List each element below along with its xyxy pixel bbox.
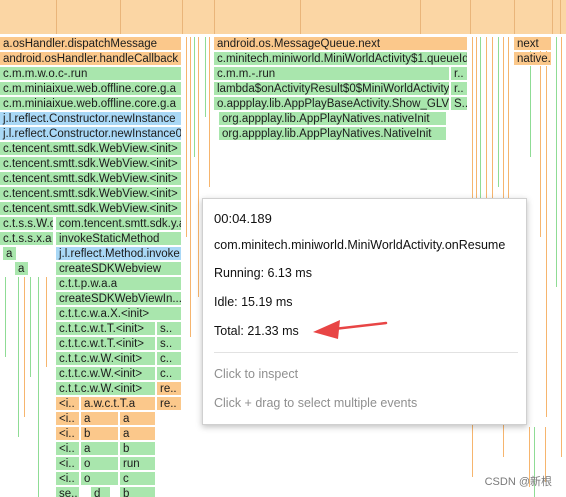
watermark: CSDN @新根 — [484, 476, 552, 488]
red-arrow-icon — [313, 320, 388, 339]
